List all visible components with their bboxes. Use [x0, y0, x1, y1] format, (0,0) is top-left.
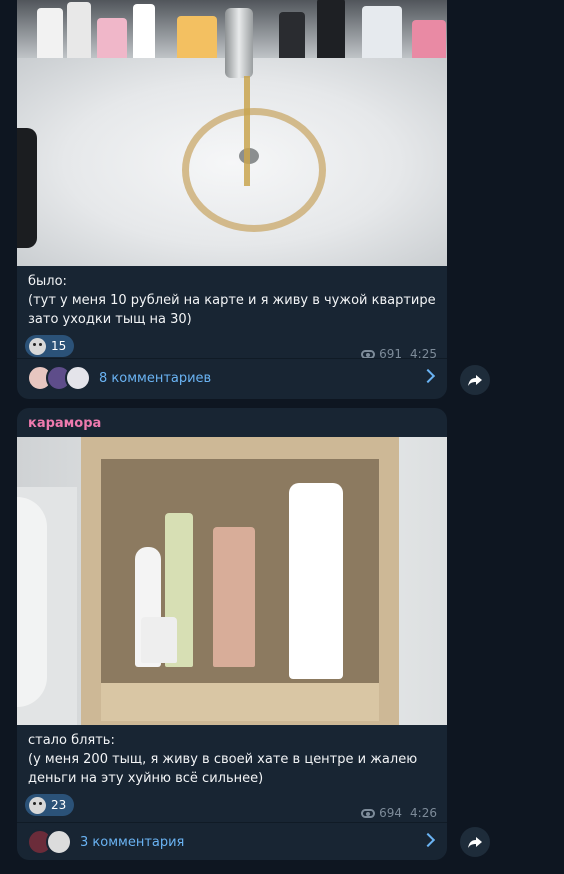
share-arrow-icon	[468, 375, 482, 386]
shelf-photo[interactable]	[17, 437, 447, 725]
chevron-right-icon	[420, 368, 436, 384]
sink-photo[interactable]	[17, 0, 447, 266]
micellar-water	[213, 527, 255, 667]
comments-label: 3 комментария	[80, 834, 185, 850]
message-1: было: (тут у меня 10 рублей на карте и я…	[17, 0, 447, 399]
message-caption: стало блять: (у меня 200 тыщ, я живу в с…	[28, 733, 418, 786]
share-arrow-icon	[468, 837, 482, 848]
comments-button[interactable]: 3 комментария	[17, 823, 447, 860]
comments-button[interactable]: 8 комментариев	[17, 359, 447, 397]
commenter-avatars	[27, 829, 72, 855]
comments-label: 8 комментариев	[99, 370, 212, 386]
views-eye-icon	[361, 808, 376, 818]
skull-emoji-icon	[29, 337, 46, 355]
message-meta: 694 4:26	[361, 806, 437, 820]
reaction-row: 15 691 4:25	[17, 333, 447, 361]
water-stream	[244, 76, 250, 186]
cream-jar	[141, 617, 177, 663]
reaction-button[interactable]: 23	[25, 794, 75, 816]
share-button[interactable]	[460, 365, 490, 395]
chevron-right-icon	[420, 832, 436, 848]
hairbrush	[17, 128, 37, 248]
message-2: карамора стало блять: (у меня 200 тыщ, я…	[17, 408, 447, 860]
reaction-count: 15	[51, 339, 67, 353]
message-time: 4:26	[410, 806, 437, 820]
commenter-avatars	[27, 365, 91, 391]
message-caption: было: (тут у меня 10 рублей на карте и я…	[28, 274, 436, 327]
skull-emoji-icon	[29, 796, 46, 814]
shelf-bottom	[101, 683, 379, 721]
reaction-row: 23 694 4:26	[17, 792, 447, 820]
reaction-button[interactable]: 15	[25, 335, 75, 357]
avatar	[46, 829, 72, 855]
cleanser-pump-bottle	[289, 483, 343, 679]
reaction-count: 23	[51, 798, 67, 812]
mirror-edge	[17, 497, 47, 707]
avatar	[65, 365, 91, 391]
rust-stain	[182, 108, 326, 232]
faucet	[225, 8, 253, 78]
views-count: 694	[379, 806, 403, 820]
share-button[interactable]	[460, 827, 490, 857]
author-name[interactable]: карамора	[17, 408, 447, 437]
